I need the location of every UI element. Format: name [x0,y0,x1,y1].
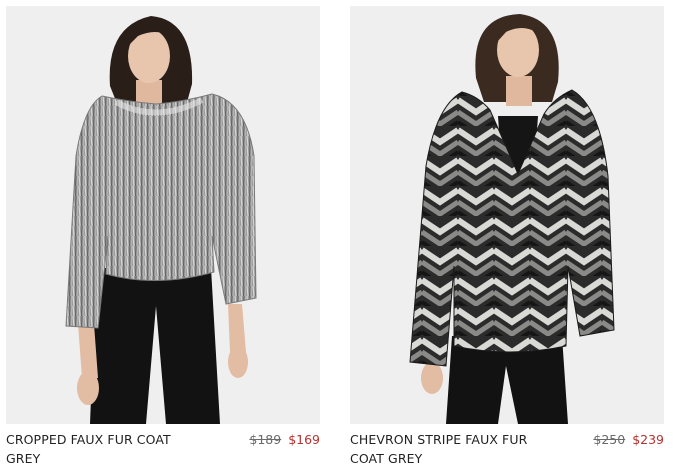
product-price: $250 $239 [593,430,664,449]
product-name[interactable]: CROPPED FAUX FUR COAT GREY [6,430,206,468]
original-price: $189 [249,432,282,447]
product-grid: CROPPED FAUX FUR COAT GREY $189 $169 CHE… [0,0,674,474]
product-photo-cropped-coat [6,6,320,424]
product-image[interactable] [6,6,320,424]
product-info: CHEVRON STRIPE FAUX FUR COAT GREY $250 $… [350,428,664,474]
product-info: CROPPED FAUX FUR COAT GREY $189 $169 [6,428,320,474]
sale-price: $239 [632,432,664,447]
product-image[interactable] [350,6,664,424]
product-card-chevron-stripe-faux-fur-coat[interactable]: CHEVRON STRIPE FAUX FUR COAT GREY $250 $… [350,0,664,474]
product-card-cropped-faux-fur-coat[interactable]: CROPPED FAUX FUR COAT GREY $189 $169 [6,0,320,474]
sale-price: $169 [288,432,320,447]
product-photo-chevron-coat [350,6,664,424]
product-name[interactable]: CHEVRON STRIPE FAUX FUR COAT GREY [350,430,550,468]
product-price: $189 $169 [249,430,320,449]
original-price: $250 [593,432,626,447]
